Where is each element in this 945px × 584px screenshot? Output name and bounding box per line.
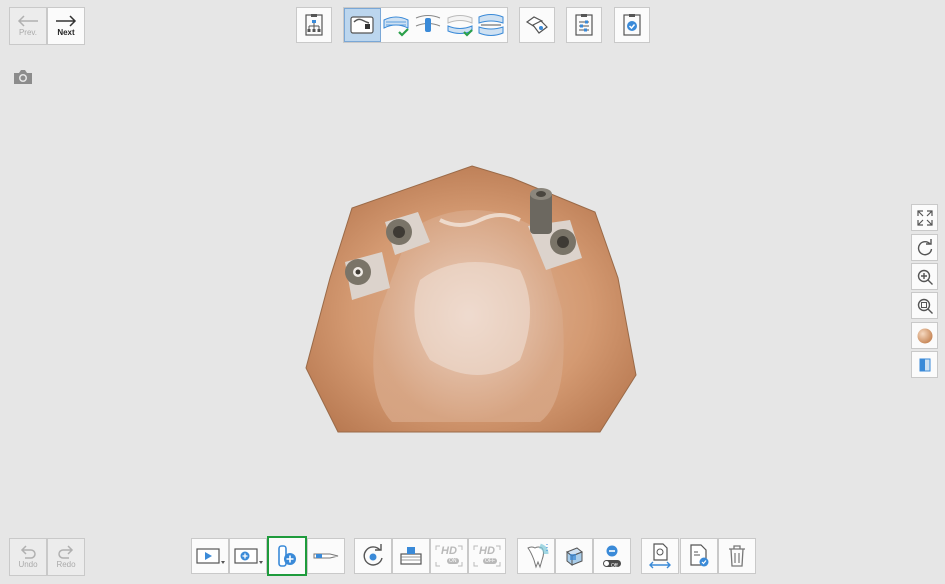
report-icon — [690, 544, 709, 567]
maxilla-done-icon — [383, 16, 410, 37]
scanbody — [530, 188, 552, 234]
view-mode-icon — [919, 358, 930, 371]
add-scanbody-button[interactable] — [267, 536, 307, 576]
scan-area-button[interactable] — [229, 538, 267, 574]
redo-label: Redo — [56, 560, 76, 569]
lock-area-button[interactable] — [555, 538, 593, 574]
scan-filter-icon — [400, 547, 422, 565]
scanbody-tip-icon — [313, 553, 339, 559]
arrow-right-icon — [56, 15, 77, 27]
parameters-button[interactable] — [566, 7, 602, 43]
color-ball-icon — [917, 328, 932, 343]
screenshot-button[interactable] — [12, 68, 34, 86]
hd-off-label: HD — [479, 545, 495, 557]
fit-screen-icon — [916, 209, 933, 226]
workflow-button[interactable] — [296, 7, 332, 43]
scanbody-icon — [415, 15, 441, 32]
rotate-step-icon — [363, 544, 383, 566]
zoom-in-button[interactable] — [911, 263, 938, 290]
prev-label: Prev. — [18, 28, 38, 37]
occlusion-icon — [478, 14, 504, 36]
trash-icon — [729, 545, 745, 567]
zoom-in-icon — [917, 269, 933, 285]
stage-maxilla-scan[interactable] — [344, 8, 381, 42]
lock-area-icon — [566, 547, 583, 567]
arrow-left-icon — [17, 15, 38, 27]
parameters-icon — [575, 14, 593, 36]
stage-scanbody[interactable] — [412, 8, 444, 42]
maxilla-model — [305, 165, 637, 433]
reset-rotation-icon — [917, 238, 932, 255]
delete-button[interactable] — [718, 538, 756, 574]
scan-area-icon — [234, 548, 263, 564]
remove-off-badge: Off — [611, 563, 618, 569]
checklist-icon — [623, 14, 641, 36]
rotate-step-button[interactable] — [354, 538, 392, 574]
next-button[interactable]: Next — [47, 7, 85, 45]
dental-model-view[interactable] — [300, 160, 645, 445]
zoom-region-button[interactable] — [911, 292, 938, 319]
tooth-scan-button[interactable] — [519, 7, 555, 43]
camera-icon — [14, 70, 32, 84]
undo-icon — [20, 545, 36, 559]
play-scan-button[interactable] — [191, 538, 229, 574]
transfer-data-button[interactable] — [641, 538, 679, 574]
stage-mandible-done[interactable] — [444, 8, 476, 42]
transfer-data-icon — [649, 543, 671, 569]
stage-maxilla-done[interactable] — [381, 8, 413, 42]
tooth-mesh-icon — [527, 543, 549, 569]
implant-analog-3 — [550, 229, 576, 255]
play-scan-icon — [196, 548, 225, 564]
zoom-region-icon — [917, 298, 933, 314]
redo-icon — [58, 545, 74, 559]
scan-filter-button[interactable] — [392, 538, 430, 574]
hd-off-badge: OFF — [483, 558, 497, 564]
redo-button[interactable]: Redo — [47, 538, 85, 576]
hd-on-button[interactable]: HD ON — [430, 538, 468, 574]
next-label: Next — [57, 28, 75, 37]
hd-on-badge: ON — [447, 558, 459, 564]
prev-button[interactable]: Prev. — [9, 7, 47, 45]
hd-off-button[interactable]: HD OFF — [468, 538, 506, 574]
report-button[interactable] — [680, 538, 718, 574]
view-mode-button[interactable] — [911, 351, 938, 378]
checklist-button[interactable] — [614, 7, 650, 43]
workflow-icon — [305, 14, 323, 36]
reset-rotation-button[interactable] — [911, 234, 938, 261]
hd-on-label: HD — [441, 545, 457, 557]
add-scanbody-icon — [278, 545, 296, 567]
tooth-mesh-button[interactable] — [517, 538, 555, 574]
implant-analog-1 — [386, 219, 412, 245]
stage-occlusion[interactable] — [475, 8, 507, 42]
maxilla-scan-icon — [350, 16, 374, 34]
tooth-scan-icon — [525, 16, 548, 34]
scan-stage-group — [343, 7, 508, 43]
undo-button[interactable]: Undo — [9, 538, 47, 576]
mandible-done-icon — [447, 15, 473, 37]
fit-screen-button[interactable] — [911, 204, 938, 231]
remove-toggle-button[interactable]: Off — [593, 538, 631, 574]
implant-analog-2 — [345, 259, 371, 285]
scanbody-tip-button[interactable] — [307, 538, 345, 574]
color-mode-button[interactable] — [911, 322, 938, 349]
undo-label: Undo — [18, 560, 38, 569]
